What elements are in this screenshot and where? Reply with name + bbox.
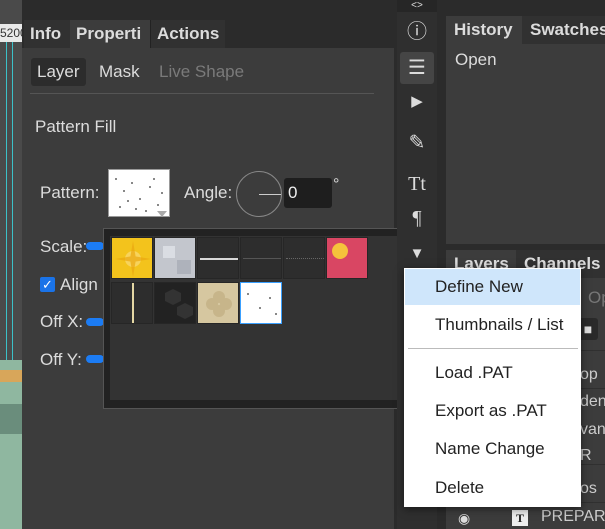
pattern-swatch[interactable]	[154, 282, 196, 324]
pattern-swatch[interactable]	[111, 282, 153, 324]
subtab-live-shape: Live Shape	[159, 62, 245, 81]
scale-label: Scale:	[40, 237, 88, 256]
play-icon[interactable]: ▶	[400, 86, 434, 118]
pattern-swatch[interactable]	[197, 282, 239, 324]
lock-icon[interactable]: ■	[578, 318, 598, 340]
pattern-swatch[interactable]	[240, 237, 282, 279]
angle-input[interactable]: 0	[284, 178, 332, 208]
offx-slider[interactable]	[86, 318, 104, 326]
pattern-swatch[interactable]	[326, 237, 368, 279]
text-icon[interactable]: Tt	[400, 168, 434, 200]
info-icon[interactable]: ⓘ	[400, 16, 434, 48]
layer-name: vanz	[580, 421, 605, 438]
history-item[interactable]: Open	[455, 50, 497, 70]
tab-history[interactable]: History	[446, 16, 522, 44]
ruler: 5200	[0, 24, 22, 42]
pattern-swatch[interactable]	[197, 237, 239, 279]
layer-name: den	[580, 393, 605, 410]
divider	[30, 93, 374, 94]
canvas-artwork	[0, 360, 22, 529]
pattern-thumbnail[interactable]	[108, 169, 170, 217]
pattern-label: Pattern:	[40, 183, 100, 202]
menu-item-thumbnails-list[interactable]: Thumbnails / List	[405, 307, 580, 343]
menu-item-delete[interactable]: Delete	[405, 470, 580, 506]
paragraph-icon[interactable]: ¶	[400, 202, 434, 234]
menu-separator	[408, 348, 578, 349]
menu-item-define-new[interactable]: Define New	[405, 269, 580, 305]
app-root: 5200 Info Properti Actions Layer Mask Li…	[0, 0, 605, 529]
tab-separator	[150, 20, 151, 48]
offy-label: Off Y:	[40, 350, 82, 369]
pattern-swatch-selected[interactable]	[240, 282, 282, 324]
scale-slider[interactable]	[86, 242, 104, 250]
eye-icon[interactable]: ◉	[458, 510, 470, 527]
pattern-swatch[interactable]	[111, 237, 153, 279]
menu-item-name-change[interactable]: Name Change	[405, 431, 580, 467]
layer-name: op	[580, 366, 598, 383]
more-icon[interactable]: ▼	[400, 238, 434, 270]
canvas-area[interactable]: 5200	[0, 0, 22, 529]
menu-item-load-pat[interactable]: Load .PAT	[405, 355, 580, 391]
align-label: Align	[60, 275, 98, 294]
offx-label: Off X:	[40, 312, 84, 331]
pattern-swatch[interactable]	[154, 237, 196, 279]
degree-symbol: °	[333, 176, 340, 193]
tab-swatches[interactable]: Swatches	[522, 16, 605, 44]
layer-name[interactable]: PREPARA	[541, 508, 605, 526]
tab-info[interactable]: Info	[24, 20, 70, 48]
section-title: Pattern Fill	[35, 117, 117, 136]
subtab-layer[interactable]: Layer	[31, 58, 86, 86]
collapse-icon[interactable]: <>	[397, 0, 437, 12]
tab-actions[interactable]: Actions	[151, 20, 225, 48]
menu-item-export-pat[interactable]: Export as .PAT	[405, 393, 580, 429]
text-layer-icon: T	[512, 510, 528, 526]
align-checkbox[interactable]: ✓	[40, 277, 55, 292]
pattern-swatch[interactable]	[283, 237, 325, 279]
layer-name: os	[580, 480, 597, 497]
angle-label: Angle:	[184, 183, 233, 202]
subtab-mask[interactable]: Mask	[93, 58, 146, 86]
angle-dial[interactable]	[236, 171, 282, 217]
layer-name: R	[580, 447, 592, 464]
tab-properties[interactable]: Properti	[70, 20, 150, 48]
adjust-icon[interactable]: ☰	[400, 52, 434, 84]
chevron-down-icon[interactable]	[157, 211, 167, 217]
opacity-label: Op	[588, 288, 605, 307]
brush-icon[interactable]: ✎	[400, 127, 434, 159]
offy-slider[interactable]	[86, 355, 104, 363]
